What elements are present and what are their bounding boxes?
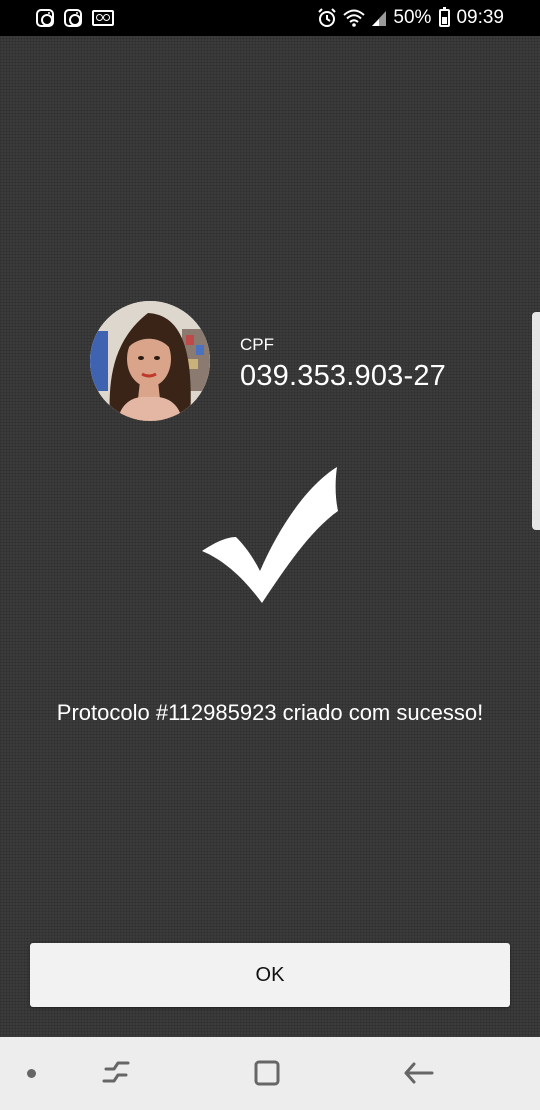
success-message: Protocolo #112985923 criado com sucesso!: [56, 700, 484, 725]
status-notifications: [36, 9, 114, 27]
battery-icon: [439, 7, 451, 27]
ok-button[interactable]: OK: [30, 943, 510, 1007]
back-button[interactable]: [402, 1058, 434, 1093]
home-icon: [254, 1060, 280, 1086]
battery-percent: 50%: [393, 7, 432, 28]
instagram-icon: [36, 9, 54, 27]
voicemail-icon: [92, 10, 114, 26]
cpf-value: 039.353.903-27: [240, 360, 446, 392]
recents-button[interactable]: [100, 1057, 132, 1092]
status-system: 50% 09:39: [317, 7, 504, 29]
cpf-label: CPF: [240, 335, 274, 354]
home-button[interactable]: [252, 1058, 282, 1093]
clock: 09:39: [456, 7, 504, 28]
edge-panel-handle[interactable]: [532, 312, 540, 530]
recents-icon: [102, 1061, 130, 1083]
back-icon: [404, 1062, 434, 1084]
status-bar: 50% 09:39: [0, 0, 540, 36]
avatar: [90, 301, 210, 421]
checkmark-icon: [200, 465, 340, 605]
avatar-photo: [90, 301, 210, 421]
instagram-icon: [64, 9, 82, 27]
alarm-icon: [317, 8, 337, 28]
signal-icon: [371, 9, 387, 27]
wifi-icon: [343, 9, 366, 27]
nav-indicator-dot: [27, 1069, 36, 1078]
navigation-bar: [0, 1037, 540, 1110]
